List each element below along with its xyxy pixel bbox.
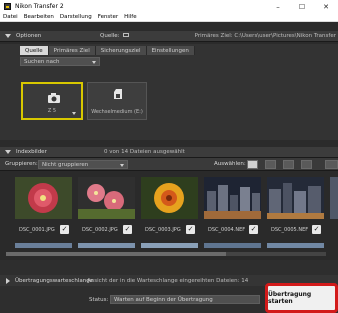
memory-card-icon [114,89,122,99]
cityscape-image [204,177,261,219]
thumbnail-item[interactable]: DSC_0005.NEF ✓ [267,177,324,234]
thumbnail-item[interactable]: DSC_0003.JPG ✓ [141,177,198,234]
grid-view-icon[interactable] [247,160,258,169]
thumbnails-panel-header[interactable]: Indexbilder 0 von 14 Dateien ausgewählt [0,147,338,158]
queue-info: Ansicht der in die Warteschlange eingere… [87,277,249,284]
chevron-down-icon [92,61,96,64]
start-transfer-button[interactable]: Übertragung starten [265,283,338,313]
thumbnail-filename: DSC_0005.NEF [271,227,309,233]
app-icon [4,3,11,10]
thumbnail-grid: DSC_0001.JPG ✓ DSC_0002.JPG ✓ DSC_0003.J… [0,171,338,248]
menu-item-fenster[interactable]: Fenster [98,14,118,20]
thumbnail-item[interactable]: DSC_0001.JPG ✓ [15,177,72,234]
checkbox[interactable]: ✓ [60,225,69,234]
source-card-removable-label: Wechselmedium (E:) [91,109,143,115]
select-label: Auswählen: [214,161,246,167]
thumbnails-label: Indexbilder [16,149,47,155]
tab-sicherungsziel[interactable]: Sicherungsziel [95,46,147,55]
tab-quelle[interactable]: Quelle [20,46,49,55]
minimize-button[interactable]: – [266,0,290,13]
menu-bar: Datei Bearbeiten Darstellung Fenster Hil… [0,13,338,22]
checkbox[interactable]: ✓ [123,225,132,234]
menu-item-hilfe[interactable]: Hilfe [124,14,137,20]
status-field: Warten auf Beginn der Übertragung [110,295,260,304]
menu-item-datei[interactable]: Datei [3,14,18,20]
group-select[interactable]: Nicht gruppieren [38,160,128,169]
thumbnail-item[interactable]: DSC_0004.NEF ✓ [204,177,261,234]
expand-icon[interactable] [6,277,10,284]
primary-destination-label: Primäres Ziel: C:\Users\user\Pictures\Ni… [194,33,336,39]
chevron-down-icon [120,164,124,167]
group-label: Gruppieren: [5,161,38,167]
group-select-value: Nicht gruppieren [42,161,89,168]
tab-einstellungen[interactable]: Einstellungen [146,46,195,55]
options-panel-header[interactable]: Optionen Quelle: Primäres Ziel: C:\Users… [0,31,338,42]
status-label: Status: [89,297,109,303]
thumbnail-filename: DSC_0003.JPG [145,227,181,233]
flower-image [141,177,198,219]
source-label: Quelle: [100,33,130,39]
checkbox[interactable]: ✓ [312,225,321,234]
options-tabs: Quelle Primäres Ziel Sicherungsziel Eins… [20,46,195,55]
thumbnail-item[interactable]: DSC_0002.JPG ✓ [78,177,135,234]
selection-info: 0 von 14 Dateien ausgewählt [104,149,185,155]
maximize-button[interactable]: ☐ [290,0,314,13]
status-value: Warten auf Beginn der Übertragung [114,296,213,303]
chevron-down-icon [72,112,76,115]
thumbnail-filename: DSC_0002.JPG [82,227,118,233]
thumbnail-toolbar: Gruppieren: Nicht gruppieren Auswählen: [0,158,338,171]
options-label: Optionen [16,33,42,39]
source-card-removable-media[interactable]: Wechselmedium (E:) [87,82,147,120]
menu-item-bearbeiten[interactable]: Bearbeiten [24,14,54,20]
camera-small-icon [123,33,130,37]
queue-label: Übertragungswarteschlange [15,277,94,284]
view-options-icon[interactable] [325,160,338,169]
thumbnail-filename: DSC_0004.NEF [208,227,246,233]
camera-icon [48,93,60,103]
title-bar: Nikon Transfer 2 – ☐ ✕ [0,0,338,13]
source-card-camera[interactable]: Z 5 [21,82,83,120]
flower-image [15,177,72,219]
deselect-icon[interactable] [301,160,312,169]
search-dropdown-label: Suchen nach [24,58,60,65]
close-button[interactable]: ✕ [314,0,338,13]
menu-item-darstellung[interactable]: Darstellung [60,14,92,20]
filter-icon[interactable] [265,160,276,169]
collapse-icon[interactable] [5,150,11,154]
flower-image [78,177,135,219]
cityscape-image [267,177,324,219]
search-dropdown[interactable]: Suchen nach [20,57,100,66]
thumbnail-scrollbar[interactable] [0,248,338,260]
thumbnail-filename: DSC_0001.JPG [19,227,55,233]
tab-primaeres-ziel[interactable]: Primäres Ziel [48,46,96,55]
window-title: Nikon Transfer 2 [15,3,64,10]
checkbox[interactable]: ✓ [186,225,195,234]
checkbox[interactable]: ✓ [249,225,258,234]
scrollbar-thumb[interactable] [6,252,226,256]
thumbnail-item-partial[interactable] [330,177,338,219]
select-all-icon[interactable] [283,160,294,169]
collapse-icon[interactable] [5,34,11,38]
